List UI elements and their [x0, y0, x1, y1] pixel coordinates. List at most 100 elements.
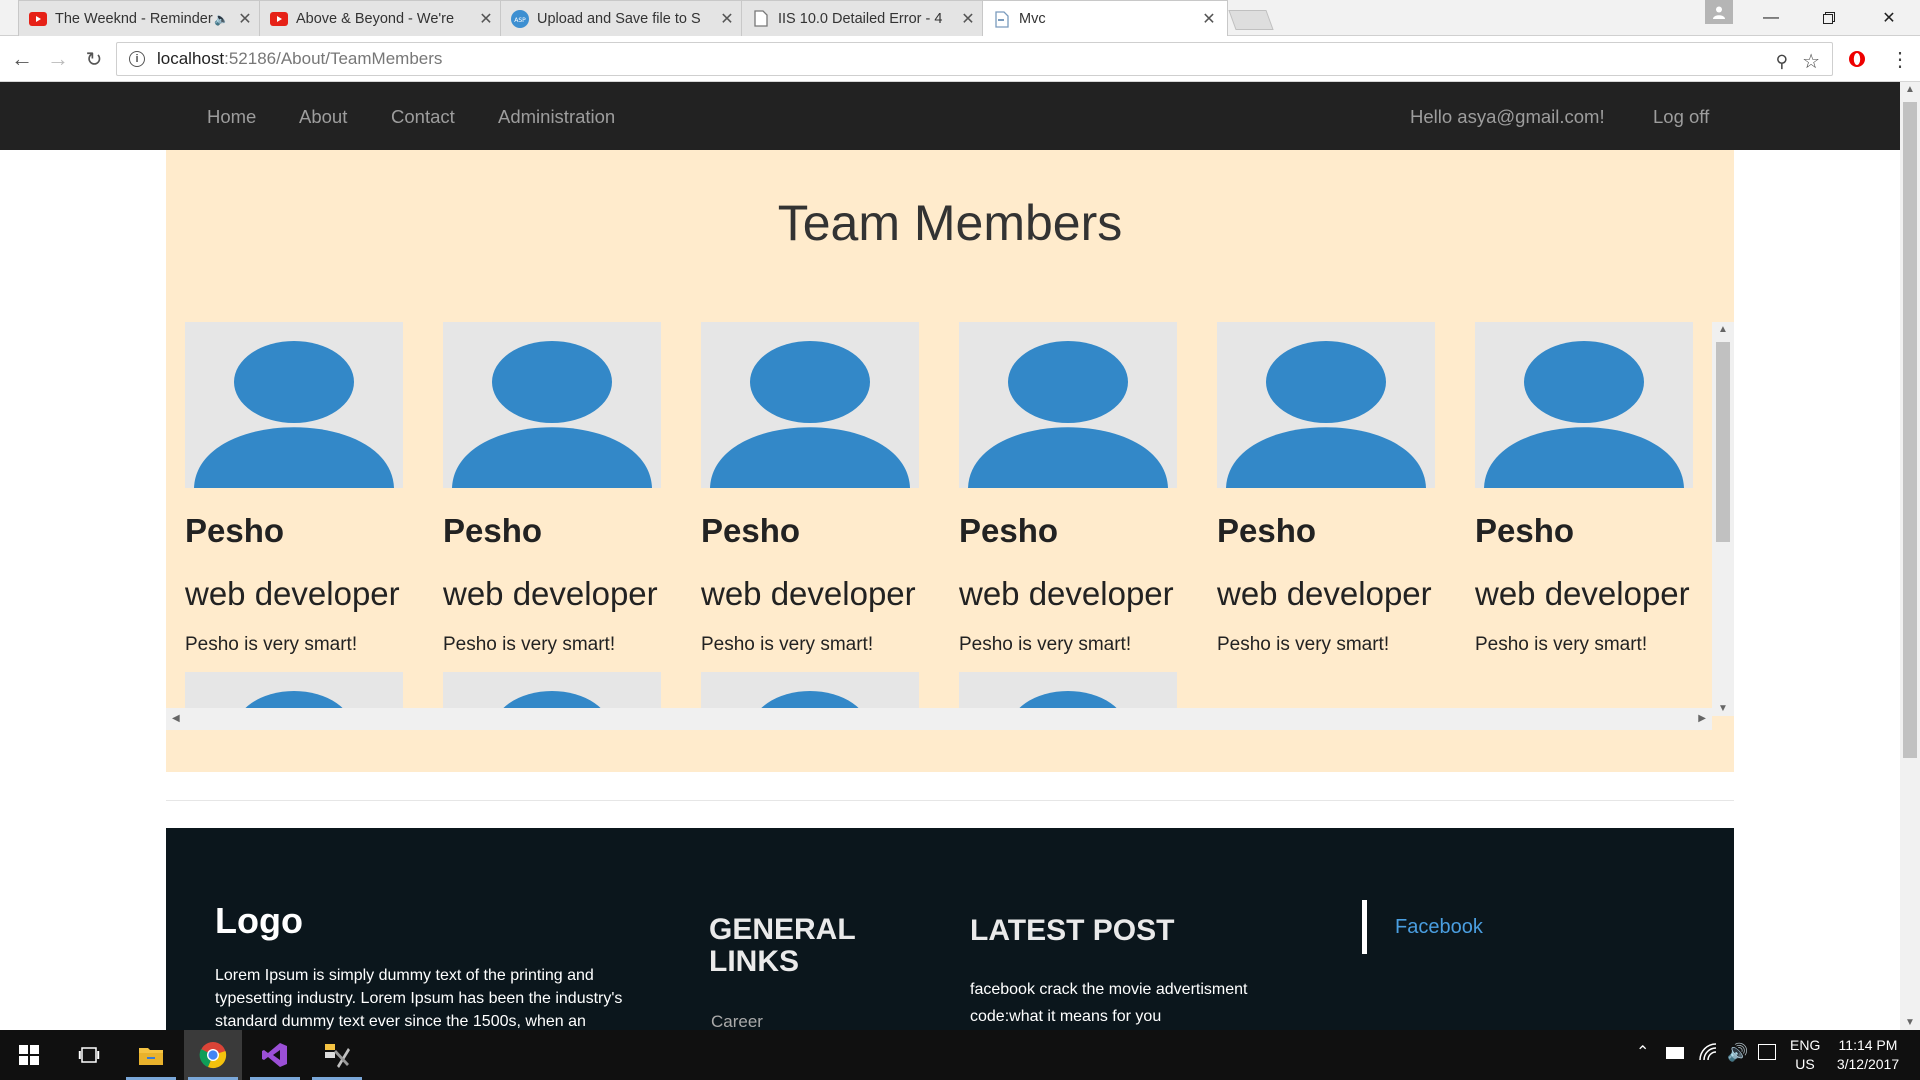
task-view-icon[interactable] — [60, 1030, 118, 1080]
info-icon[interactable]: i — [129, 51, 145, 67]
member-role: web developer — [1475, 575, 1690, 612]
address-bar[interactable]: i localhost:52186/About/TeamMembers ⚲ ☆ — [116, 42, 1833, 76]
avatar-icon — [185, 322, 403, 488]
member-role: web developer — [185, 575, 400, 612]
menu-dots-icon[interactable]: ⋮ — [1884, 43, 1916, 75]
tools-app-icon[interactable] — [308, 1030, 366, 1080]
user-greeting-link[interactable]: Hello asya@gmail.com! — [1410, 106, 1605, 128]
nav-home[interactable]: Home — [207, 106, 256, 128]
page-scroll-thumb[interactable] — [1903, 102, 1917, 758]
language-indicator[interactable]: ENG US — [1790, 1036, 1820, 1074]
restore-button[interactable] — [1804, 0, 1854, 36]
member-name: Pesho — [1475, 512, 1575, 549]
scroll-thumb[interactable] — [1716, 342, 1730, 542]
back-arrow-icon[interactable]: ← — [6, 43, 38, 75]
member-name: Pesho — [701, 512, 801, 549]
clock-date: 3/12/2017 — [1836, 1056, 1900, 1072]
member-role: web developer — [959, 575, 1174, 612]
avatar-icon — [701, 322, 919, 488]
avatar-icon — [1475, 322, 1693, 488]
members-scroll-area[interactable]: Pesho web developer Pesho is very smart!… — [166, 322, 1711, 722]
show-hidden-icons-icon[interactable]: ⌃ — [1636, 1042, 1649, 1062]
reload-icon[interactable]: ↻ — [78, 43, 110, 75]
general-links-heading: GENERAL LINKS — [709, 914, 869, 978]
url-host: localhost — [157, 49, 225, 68]
file-explorer-icon[interactable] — [122, 1030, 180, 1080]
footer-link-career[interactable]: Career — [711, 1012, 763, 1030]
team-members-panel: Team Members Pesho web developer Pesho i… — [166, 150, 1734, 772]
minimize-button[interactable]: — — [1746, 0, 1796, 36]
avatar-icon — [1217, 322, 1435, 488]
close-window-button[interactable]: ✕ — [1864, 0, 1914, 36]
site-navbar: Home About Contact Administration Hello … — [0, 82, 1900, 150]
scroll-left-arrow-icon[interactable]: ◀ — [172, 713, 180, 724]
members-vertical-scrollbar[interactable]: ▲ ▼ — [1712, 322, 1734, 716]
profile-icon[interactable] — [1705, 0, 1733, 24]
browser-tab-active[interactable]: Mvc ✕ — [982, 0, 1228, 37]
nav-about[interactable]: About — [299, 106, 347, 128]
member-role: web developer — [443, 575, 658, 612]
member-role: web developer — [1217, 575, 1432, 612]
speaker-icon[interactable]: 🔈 — [214, 12, 229, 26]
browser-toolbar: ← → ↻ i localhost:52186/About/TeamMember… — [0, 36, 1920, 82]
close-icon[interactable]: ✕ — [237, 9, 253, 29]
browser-tab[interactable]: Above & Beyond - We're ✕ — [259, 0, 505, 36]
members-horizontal-scrollbar[interactable]: ◀ ▶ — [166, 708, 1712, 730]
nav-administration[interactable]: Administration — [498, 106, 615, 128]
general-links-title: GENERAL LINKS — [709, 913, 856, 978]
web-page: Home About Contact Administration Hello … — [0, 82, 1900, 1030]
facebook-link[interactable]: Facebook — [1395, 916, 1483, 939]
page-vertical-scrollbar[interactable]: ▲ ▼ — [1900, 82, 1920, 1030]
opera-icon[interactable] — [1841, 43, 1873, 75]
close-icon[interactable]: ✕ — [719, 9, 735, 29]
footer-about-text: Lorem Ipsum is simply dummy text of the … — [215, 967, 623, 1030]
language: ENG — [1790, 1037, 1821, 1053]
close-icon[interactable]: ✕ — [960, 9, 976, 29]
browser-tab[interactable]: The Weeknd - Reminder 🔈 ✕ — [18, 0, 264, 36]
nav-contact[interactable]: Contact — [391, 106, 455, 128]
url-path: :52186/About/TeamMembers — [224, 49, 443, 68]
clock[interactable]: 11:14 PM 3/12/2017 — [1832, 1036, 1904, 1074]
browser-tab[interactable]: ASP Upload and Save file to S ✕ — [500, 0, 746, 36]
scroll-up-arrow-icon[interactable]: ▲ — [1905, 84, 1915, 95]
windows-start-icon[interactable] — [0, 1030, 58, 1080]
close-icon[interactable]: ✕ — [478, 9, 494, 29]
bookmark-star-icon[interactable]: ☆ — [1802, 49, 1820, 74]
tab-title: IIS 10.0 Detailed Error - 4 — [778, 10, 943, 27]
battery-icon[interactable] — [1666, 1047, 1684, 1059]
member-description: Pesho is very smart! — [185, 634, 358, 655]
member-description: Pesho is very smart! — [701, 634, 874, 655]
youtube-icon — [270, 10, 288, 28]
volume-icon[interactable]: 🔊 — [1727, 1043, 1748, 1063]
new-tab-button[interactable] — [1228, 10, 1274, 30]
member-role: web developer — [701, 575, 916, 612]
logoff-link[interactable]: Log off — [1653, 106, 1709, 128]
visual-studio-icon[interactable] — [246, 1030, 304, 1080]
region: US — [1795, 1056, 1815, 1072]
footer-logo: Logo — [215, 900, 303, 941]
zoom-icon[interactable]: ⚲ — [1776, 52, 1788, 72]
tab-title: Mvc — [1019, 11, 1046, 27]
latest-post-heading: LATEST POST — [970, 914, 1175, 947]
footer-bar-divider — [1362, 900, 1367, 954]
avatar-icon — [443, 322, 661, 488]
scroll-up-arrow-icon[interactable]: ▲ — [1718, 324, 1728, 335]
scroll-down-arrow-icon[interactable]: ▼ — [1905, 1017, 1915, 1028]
browser-tabstrip: The Weeknd - Reminder 🔈 ✕ Above & Beyond… — [0, 0, 1920, 37]
divider — [166, 800, 1734, 801]
scroll-right-arrow-icon[interactable]: ▶ — [1698, 713, 1706, 724]
document-icon — [752, 10, 770, 28]
avatar-icon — [959, 322, 1177, 488]
close-icon[interactable]: ✕ — [1201, 9, 1217, 29]
scroll-down-arrow-icon[interactable]: ▼ — [1718, 703, 1728, 714]
chrome-icon[interactable] — [184, 1030, 242, 1080]
forward-arrow-icon[interactable]: → — [42, 43, 74, 75]
latest-post-link[interactable]: facebook crack the movie advertisment co… — [970, 976, 1290, 1030]
wifi-icon[interactable] — [1698, 1042, 1718, 1067]
tab-title: Above & Beyond - We're — [296, 10, 455, 27]
member-name: Pesho — [1217, 512, 1317, 549]
action-center-icon[interactable] — [1758, 1044, 1776, 1060]
asp-icon: ASP — [511, 9, 529, 28]
site-footer: Logo Lorem Ipsum is simply dummy text of… — [166, 828, 1734, 1030]
browser-tab[interactable]: IIS 10.0 Detailed Error - 4 ✕ — [741, 0, 987, 36]
